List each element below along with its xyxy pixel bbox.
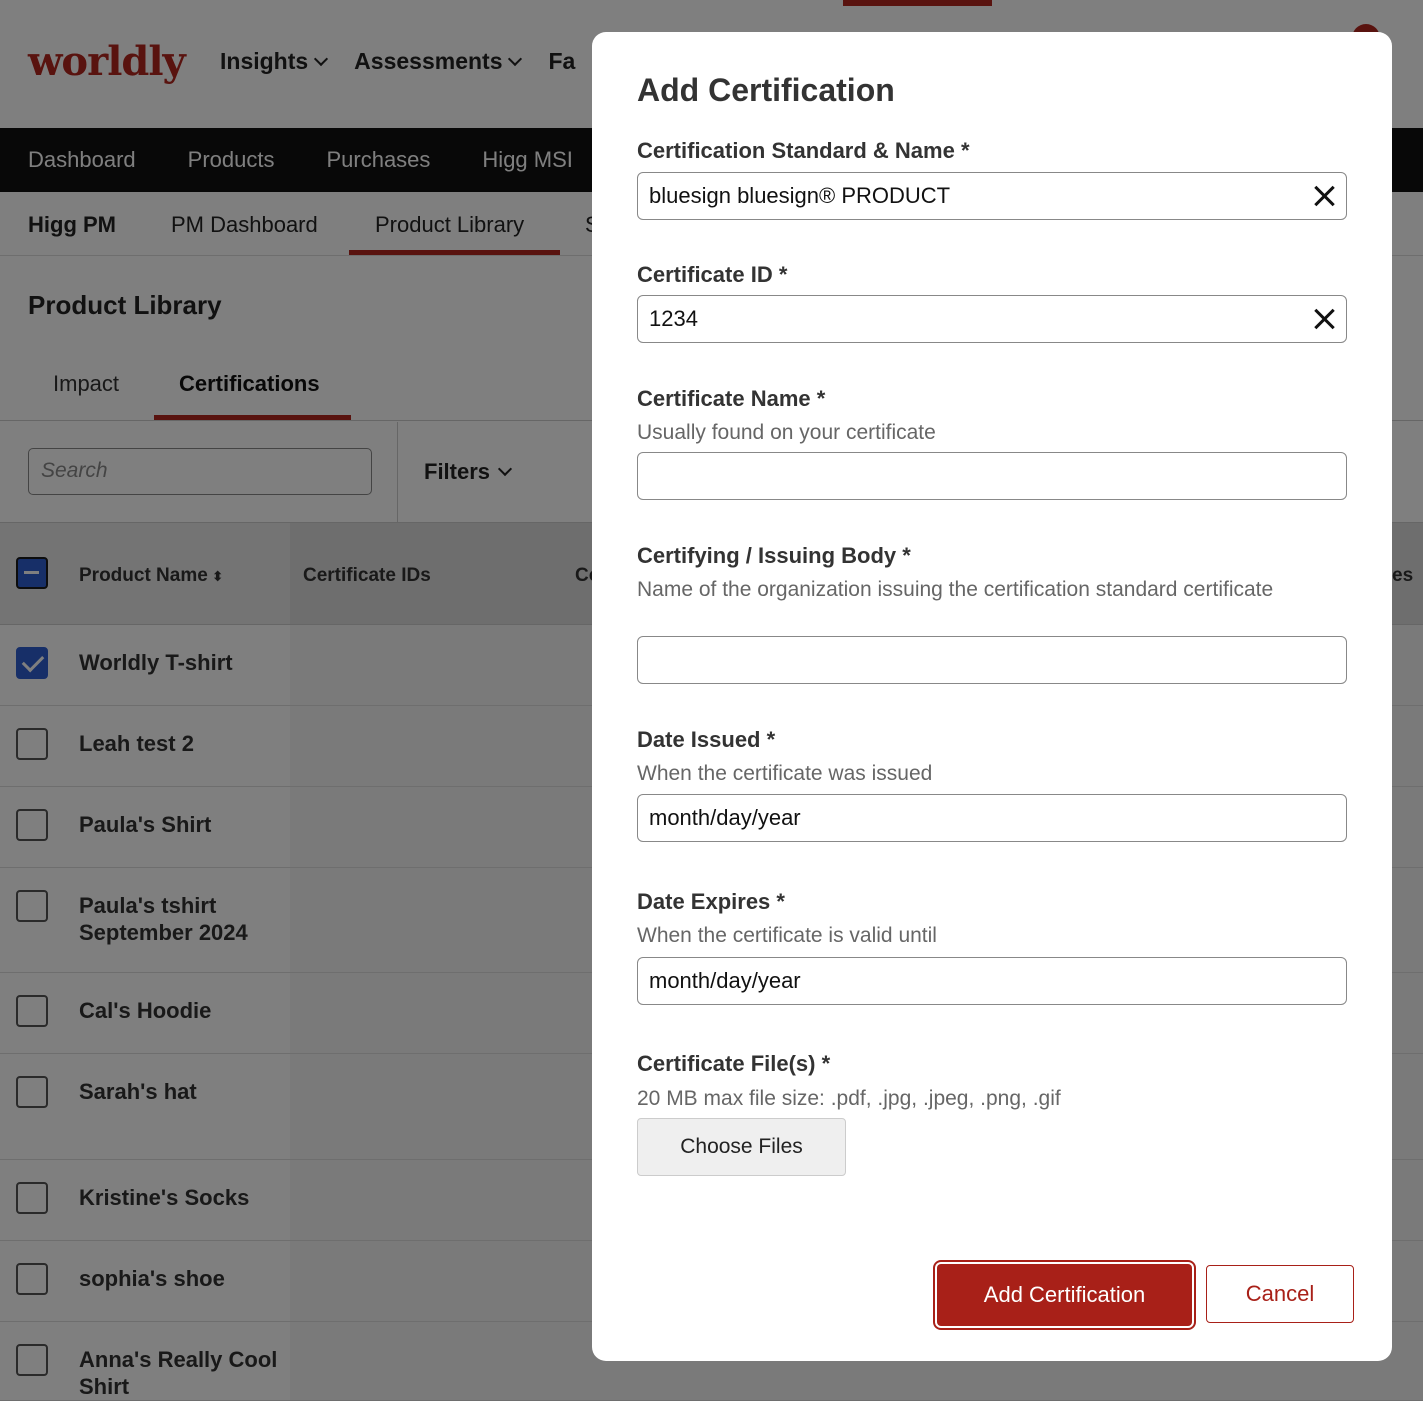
issuing-body-input[interactable] xyxy=(637,636,1347,684)
cert-name-help: Usually found on your certificate xyxy=(637,421,936,444)
cert-id-value: 1234 xyxy=(649,306,698,331)
add-certification-modal: Add Certification Certification Standard… xyxy=(592,32,1392,1361)
cancel-button[interactable]: Cancel xyxy=(1206,1265,1354,1323)
cert-name-label: Certificate Name * xyxy=(637,386,826,411)
cert-id-label: Certificate ID * xyxy=(637,262,788,287)
issuing-body-label: Certifying / Issuing Body * xyxy=(637,543,911,568)
standard-label: Certification Standard & Name * xyxy=(637,138,970,163)
choose-files-button[interactable]: Choose Files xyxy=(637,1118,846,1176)
standard-value: bluesign bluesign® PRODUCT xyxy=(649,183,951,208)
issuing-body-help: Name of the organization issuing the cer… xyxy=(637,578,1274,601)
standard-select[interactable]: bluesign bluesign® PRODUCT xyxy=(637,172,1347,220)
close-icon[interactable] xyxy=(1313,308,1335,330)
files-label: Certificate File(s) * xyxy=(637,1051,831,1076)
modal-title: Add Certification xyxy=(637,72,895,108)
date-issued-label: Date Issued * xyxy=(637,727,776,752)
cert-id-input[interactable]: 1234 xyxy=(637,295,1347,343)
date-issued-input[interactable]: month/day/year xyxy=(637,794,1347,842)
date-issued-placeholder: month/day/year xyxy=(649,805,801,830)
date-expires-placeholder: month/day/year xyxy=(649,968,801,993)
date-expires-label: Date Expires * xyxy=(637,889,785,914)
add-certification-button[interactable]: Add Certification xyxy=(937,1264,1192,1326)
date-expires-help: When the certificate is valid until xyxy=(637,924,937,947)
close-icon[interactable] xyxy=(1313,185,1335,207)
date-expires-input[interactable]: month/day/year xyxy=(637,957,1347,1005)
cert-name-input[interactable] xyxy=(637,452,1347,500)
date-issued-help: When the certificate was issued xyxy=(637,762,933,785)
files-help: 20 MB max file size: .pdf, .jpg, .jpeg, … xyxy=(637,1087,1061,1110)
